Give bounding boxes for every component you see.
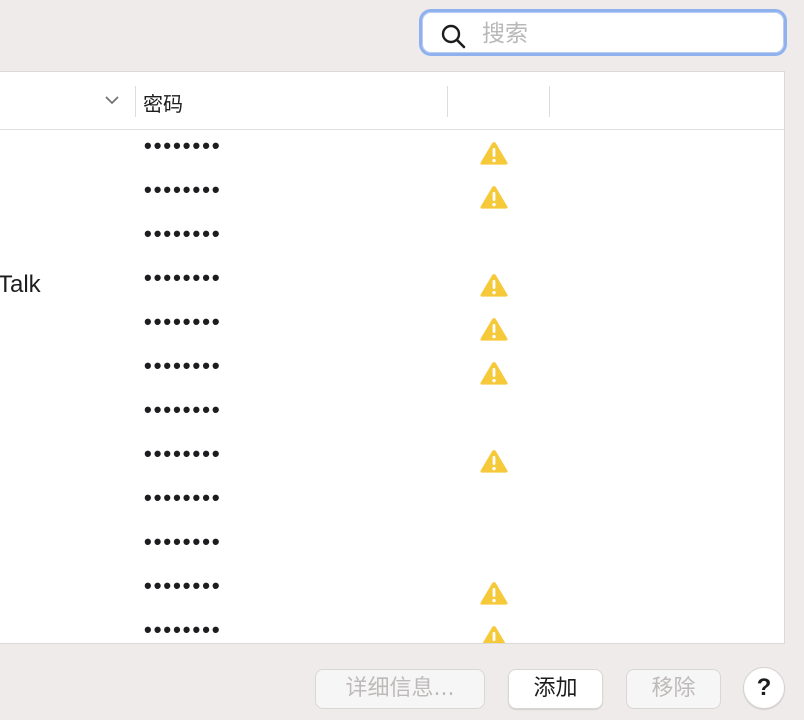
search-input[interactable] — [480, 18, 774, 50]
search-field[interactable] — [419, 9, 787, 56]
row-password: •••••••• — [144, 485, 222, 510]
row-password: •••••••• — [144, 177, 222, 202]
table-row[interactable]: •••••••• — [0, 218, 784, 262]
warning-icon[interactable] — [479, 624, 509, 644]
details-button[interactable]: 详细信息... — [315, 669, 485, 709]
passwords-table: 密码 •••••••• •••••••• •••••••• Talk •••••••• •… — [0, 71, 785, 644]
column-divider[interactable] — [549, 86, 550, 117]
row-password: •••••••• — [144, 309, 222, 334]
help-button[interactable]: ? — [743, 667, 785, 709]
search-icon — [441, 24, 466, 49]
table-row[interactable]: Talk •••••••• — [0, 262, 784, 306]
column-divider[interactable] — [135, 86, 136, 117]
table-row[interactable]: •••••••• — [0, 130, 784, 174]
warning-icon[interactable] — [479, 360, 509, 386]
row-password: •••••••• — [144, 441, 222, 466]
remove-button[interactable]: 移除 — [626, 669, 721, 709]
row-password: •••••••• — [144, 397, 222, 422]
table-row[interactable]: •••••••• — [0, 438, 784, 482]
column-header-password[interactable]: 密码 — [143, 88, 183, 117]
table-row[interactable]: •••••••• — [0, 394, 784, 438]
warning-icon[interactable] — [479, 140, 509, 166]
row-password: •••••••• — [144, 529, 222, 554]
row-password: •••••••• — [144, 353, 222, 378]
warning-icon[interactable] — [479, 580, 509, 606]
row-password: •••••••• — [144, 617, 222, 642]
warning-icon[interactable] — [479, 272, 509, 298]
table-row[interactable]: •••••••• — [0, 614, 784, 644]
add-button[interactable]: 添加 — [508, 669, 603, 709]
row-password: •••••••• — [144, 265, 222, 290]
table-row[interactable]: •••••••• — [0, 174, 784, 218]
warning-icon[interactable] — [479, 448, 509, 474]
table-row[interactable]: •••••••• — [0, 482, 784, 526]
row-password: •••••••• — [144, 221, 222, 246]
row-password: •••••••• — [144, 573, 222, 598]
table-header: 密码 — [0, 72, 784, 130]
table-row[interactable]: •••••••• — [0, 306, 784, 350]
row-password: •••••••• — [144, 133, 222, 158]
row-name: Talk — [0, 271, 41, 298]
table-row[interactable]: •••••••• — [0, 350, 784, 394]
column-divider[interactable] — [447, 86, 448, 117]
chevron-down-icon[interactable] — [104, 92, 120, 108]
warning-icon[interactable] — [479, 316, 509, 342]
table-row[interactable]: •••••••• — [0, 526, 784, 570]
table-row[interactable]: •••••••• — [0, 570, 784, 614]
warning-icon[interactable] — [479, 184, 509, 210]
